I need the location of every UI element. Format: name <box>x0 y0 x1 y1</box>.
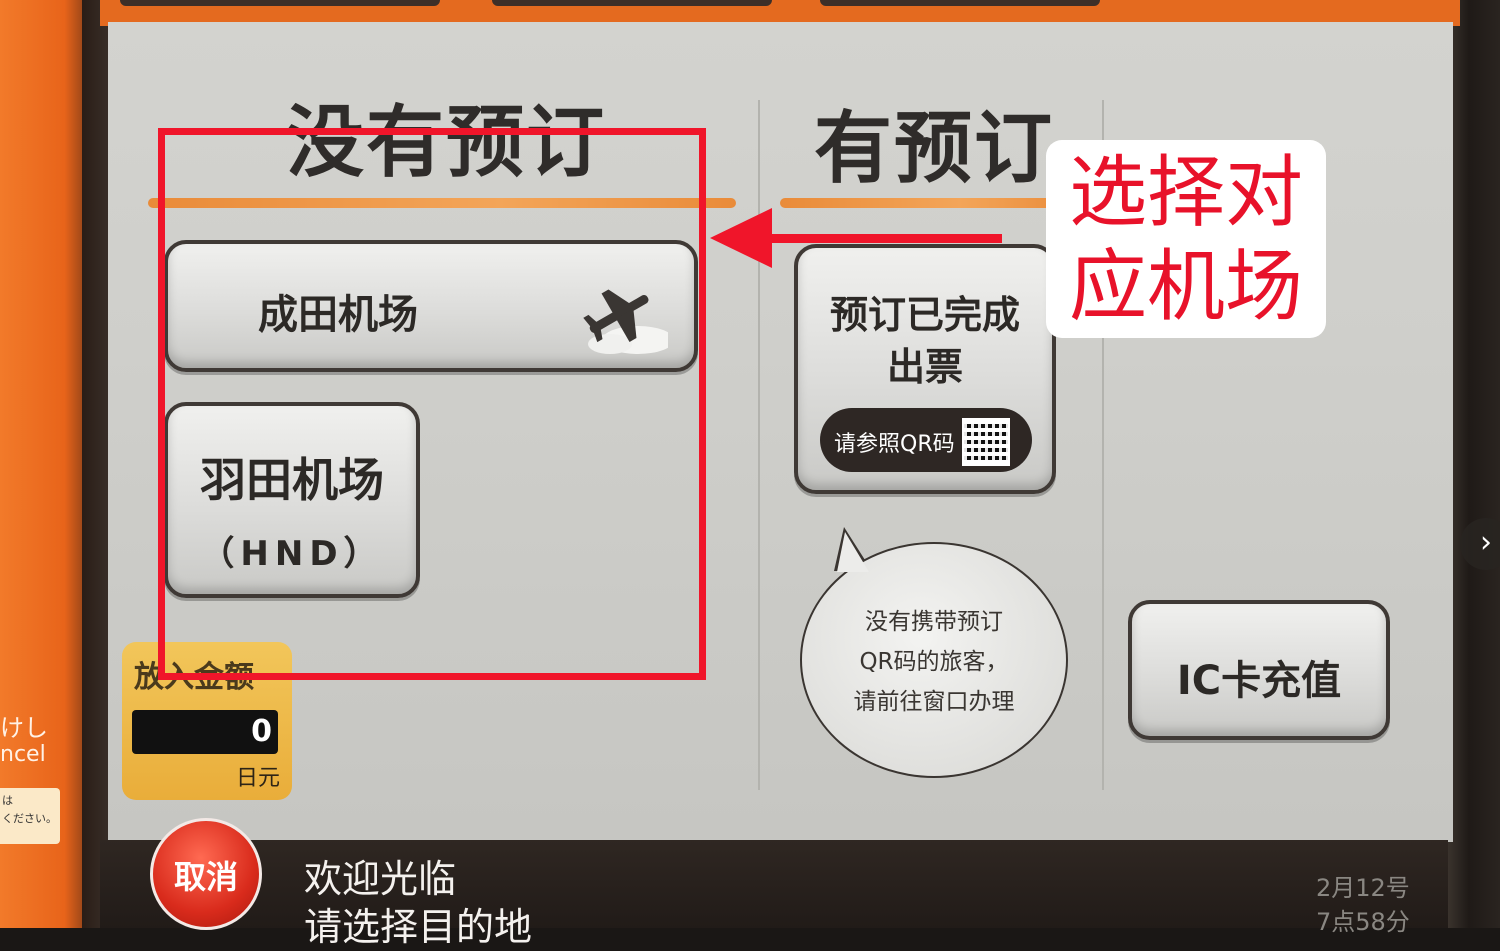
speech-bubble-tail-fill <box>837 532 869 572</box>
speech-bubble-line1: 没有携带预订 <box>865 609 1003 635</box>
status-bar <box>100 840 1448 928</box>
arrow-head-icon <box>710 208 772 268</box>
highlight-box <box>158 128 706 680</box>
top-hardware-button <box>820 0 1100 6</box>
side-note-line1: は <box>2 794 13 807</box>
reserved-ticket-label: 预订已完成 <box>829 293 1020 337</box>
kiosk-frame-right <box>1448 0 1500 928</box>
annotation-label: 选择对 应机场 <box>1046 140 1326 338</box>
cancel-button[interactable]: 取消 <box>150 818 262 930</box>
side-note-line2: ください。 <box>2 812 57 825</box>
section-title-has-reservation: 有预订 <box>814 104 1055 194</box>
top-hardware-button <box>120 0 440 6</box>
instruction-message: 请选择目的地 <box>304 905 533 949</box>
ic-card-charge-label: IC卡充值 <box>1176 658 1342 704</box>
reserved-ticket-sublabel: 出票 <box>886 345 963 389</box>
reserved-ticket-button[interactable]: 预订已完成 出票 请参照QR码 <box>794 244 1056 494</box>
welcome-message: 欢迎光临 <box>304 857 457 901</box>
side-label-jp: けし <box>0 714 48 742</box>
top-hardware-button <box>492 0 772 6</box>
inserted-amount-unit: 日元 <box>235 766 280 791</box>
inserted-amount-value: 0 <box>132 710 278 754</box>
qr-hint-label: 请参照QR码 <box>834 432 955 457</box>
date-display: 2月12号 <box>1316 874 1410 902</box>
column-divider <box>758 100 760 790</box>
side-label-en: ncel <box>0 742 46 767</box>
speech-bubble: 没有携带预订 QR码的旅客， 请前往窗口办理 <box>800 542 1068 778</box>
arrow-shaft <box>760 234 1002 243</box>
speech-bubble-line3: 请前往窗口办理 <box>853 689 1015 715</box>
side-note: は ください。 <box>0 788 60 844</box>
annotation-line1: 选择对 <box>1068 148 1303 238</box>
qr-hint-pill: 请参照QR码 <box>820 408 1032 472</box>
section-underline <box>780 198 1080 208</box>
qr-code-icon <box>962 418 1010 466</box>
time-display: 7点58分 <box>1316 908 1410 936</box>
ic-card-charge-button[interactable]: IC卡充值 <box>1128 600 1390 740</box>
speech-bubble-line2: QR码的旅客， <box>859 649 1009 675</box>
annotation-line2: 应机场 <box>1068 242 1303 332</box>
